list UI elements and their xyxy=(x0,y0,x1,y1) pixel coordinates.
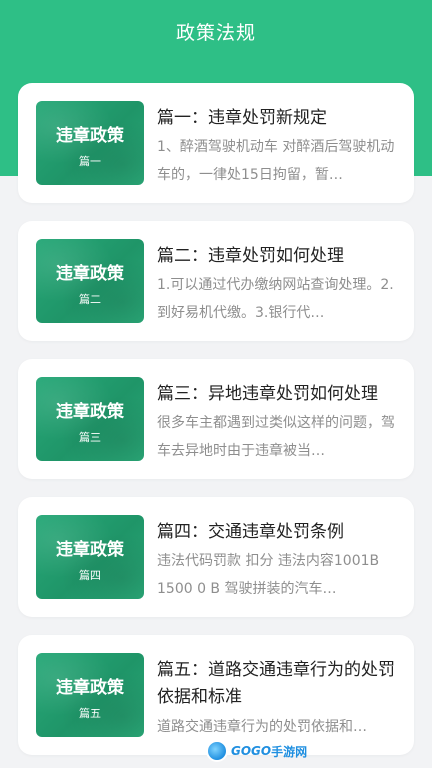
gogo-logo-icon xyxy=(206,740,228,762)
watermark-suffix: 手游网 xyxy=(271,744,308,759)
article-summary: 1.可以通过代办缴纳网站查询处理。2.到好易机代缴。3.银行代… xyxy=(157,277,394,321)
thumbnail-title: 违章政策 xyxy=(56,678,124,698)
article-summary: 违法代码罚款 扣分 违法内容1001B 1500 0 B 驾驶拼装的汽车… xyxy=(157,553,380,597)
thumbnail-subtitle: 篇一 xyxy=(79,155,101,168)
article-thumbnail: 违章政策 篇一 xyxy=(36,101,144,185)
page-title: 政策法规 xyxy=(175,22,256,44)
thumbnail-title: 违章政策 xyxy=(56,126,124,146)
article-summary: 很多车主都遇到过类似这样的问题，驾车去异地时由于违章被当… xyxy=(157,415,395,459)
watermark: GOGO 手游网 xyxy=(206,738,307,764)
article-summary: 1、醉酒驾驶机动车 对醉酒后驾驶机动车的，一律处15日拘留，暂… xyxy=(157,139,395,183)
article-card-1[interactable]: 违章政策 篇一 篇一：违章处罚新规定 1、醉酒驾驶机动车 对醉酒后驾驶机动车的，… xyxy=(18,83,414,203)
article-card-3[interactable]: 违章政策 篇三 篇三：异地违章处罚如何处理 很多车主都遇到过类似这样的问题，驾车… xyxy=(18,359,414,479)
article-title: 篇一：违章处罚新规定 xyxy=(157,108,327,128)
article-title: 篇五：道路交通违章行为的处罚依据和标准 xyxy=(157,660,395,707)
article-thumbnail: 违章政策 篇二 xyxy=(36,239,144,323)
article-title: 篇三：异地违章处罚如何处理 xyxy=(157,384,378,404)
article-card-2[interactable]: 违章政策 篇二 篇二：违章处罚如何处理 1.可以通过代办缴纳网站查询处理。2.到… xyxy=(18,221,414,341)
article-card-4[interactable]: 违章政策 篇四 篇四：交通违章处罚条例 违法代码罚款 扣分 违法内容1001B … xyxy=(18,497,414,617)
article-thumbnail: 违章政策 篇五 xyxy=(36,653,144,737)
article-summary: 道路交通违章行为的处罚依据和… xyxy=(157,719,367,735)
thumbnail-title: 违章政策 xyxy=(56,264,124,284)
thumbnail-subtitle: 篇四 xyxy=(79,569,101,582)
article-thumbnail: 违章政策 篇三 xyxy=(36,377,144,461)
watermark-brand: GOGO xyxy=(231,744,272,758)
article-card-5[interactable]: 违章政策 篇五 篇五：道路交通违章行为的处罚依据和标准 道路交通违章行为的处罚依… xyxy=(18,635,414,755)
thumbnail-subtitle: 篇三 xyxy=(79,431,101,444)
thumbnail-title: 违章政策 xyxy=(56,402,124,422)
article-title: 篇四：交通违章处罚条例 xyxy=(157,522,344,542)
article-thumbnail: 违章政策 篇四 xyxy=(36,515,144,599)
thumbnail-subtitle: 篇二 xyxy=(79,293,101,306)
thumbnail-title: 违章政策 xyxy=(56,540,124,560)
article-title: 篇二：违章处罚如何处理 xyxy=(157,246,344,266)
article-list: 违章政策 篇一 篇一：违章处罚新规定 1、醉酒驾驶机动车 对醉酒后驾驶机动车的，… xyxy=(18,83,414,768)
thumbnail-subtitle: 篇五 xyxy=(79,707,101,720)
